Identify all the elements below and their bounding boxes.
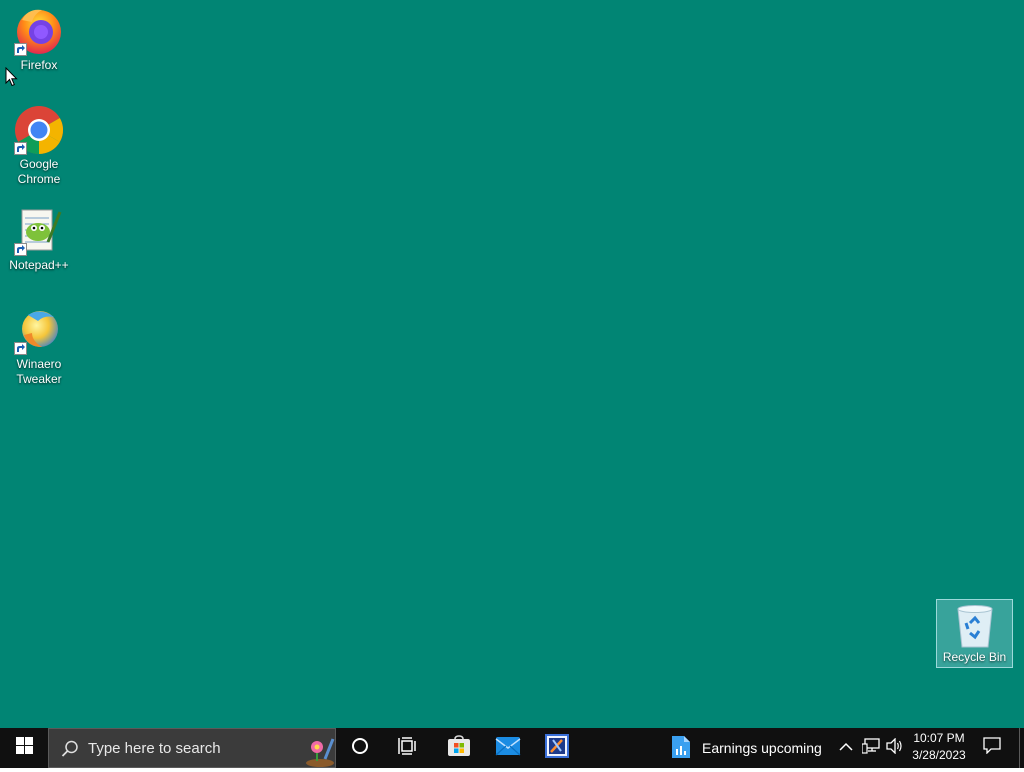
desktop-icon-winaero-tweaker[interactable]: Winaero Tweaker bbox=[1, 305, 77, 387]
task-view-icon bbox=[398, 736, 418, 760]
mail-icon bbox=[495, 736, 521, 761]
search-box[interactable]: Type here to search bbox=[48, 728, 336, 768]
app-button[interactable] bbox=[535, 728, 579, 768]
clock-date: 3/28/2023 bbox=[912, 748, 966, 762]
desktop-icon-label: Winaero Tweaker bbox=[16, 357, 62, 386]
action-center-button[interactable] bbox=[978, 728, 1006, 768]
desktop-icon-label: Notepad++ bbox=[9, 258, 69, 272]
mouse-cursor-icon bbox=[5, 66, 18, 92]
volume-button[interactable] bbox=[884, 728, 906, 768]
shortcut-arrow-icon bbox=[14, 342, 27, 355]
news-text: Earnings upcoming bbox=[702, 740, 822, 756]
clock[interactable]: 10:07 PM 3/28/2023 bbox=[906, 730, 972, 766]
clock-time: 10:07 PM bbox=[913, 731, 965, 745]
desktop-icon-notepad-plus-plus[interactable]: Notepad++ bbox=[1, 206, 77, 273]
mail-button[interactable] bbox=[486, 728, 530, 768]
chevron-up-icon bbox=[839, 739, 853, 757]
notepad-plus-plus-icon bbox=[14, 206, 64, 256]
recycle-bin-icon bbox=[953, 603, 997, 649]
windows-logo-icon bbox=[15, 737, 33, 759]
desktop-icon-recycle-bin[interactable]: Recycle Bin bbox=[936, 599, 1013, 668]
start-button[interactable] bbox=[0, 728, 48, 768]
search-icon bbox=[61, 740, 79, 763]
taskbar: Type here to search Earnings upcoming 10… bbox=[0, 728, 1024, 768]
volume-icon bbox=[886, 736, 904, 759]
shortcut-arrow-icon bbox=[14, 43, 27, 56]
show-desktop-button[interactable] bbox=[1019, 728, 1020, 768]
search-placeholder: Type here to search bbox=[88, 740, 221, 757]
shortcut-arrow-icon bbox=[14, 243, 27, 256]
cortana-icon bbox=[351, 737, 369, 760]
cortana-button[interactable] bbox=[340, 728, 380, 768]
desktop[interactable]: Firefox Google Chrome Notepad++ Winaero … bbox=[0, 0, 1024, 728]
stock-icon bbox=[670, 735, 692, 762]
store-icon bbox=[447, 734, 471, 762]
task-view-button[interactable] bbox=[387, 728, 429, 768]
show-hidden-icons-button[interactable] bbox=[836, 728, 856, 768]
search-highlight-icon bbox=[305, 731, 335, 772]
store-button[interactable] bbox=[437, 728, 481, 768]
desktop-icon-firefox[interactable]: Firefox bbox=[1, 6, 77, 73]
desktop-icon-google-chrome[interactable]: Google Chrome bbox=[1, 105, 77, 187]
news-widget[interactable]: Earnings upcoming bbox=[670, 728, 822, 768]
winaero-tweaker-icon bbox=[14, 305, 64, 355]
desktop-icon-label: Recycle Bin bbox=[942, 650, 1007, 664]
network-icon bbox=[861, 737, 880, 759]
desktop-icon-label: Google Chrome bbox=[17, 157, 61, 186]
chrome-icon bbox=[14, 105, 64, 155]
app-icon bbox=[545, 733, 569, 763]
network-button[interactable] bbox=[860, 728, 882, 768]
firefox-icon bbox=[14, 6, 64, 56]
shortcut-arrow-icon bbox=[14, 142, 27, 155]
notification-icon bbox=[983, 737, 1001, 759]
